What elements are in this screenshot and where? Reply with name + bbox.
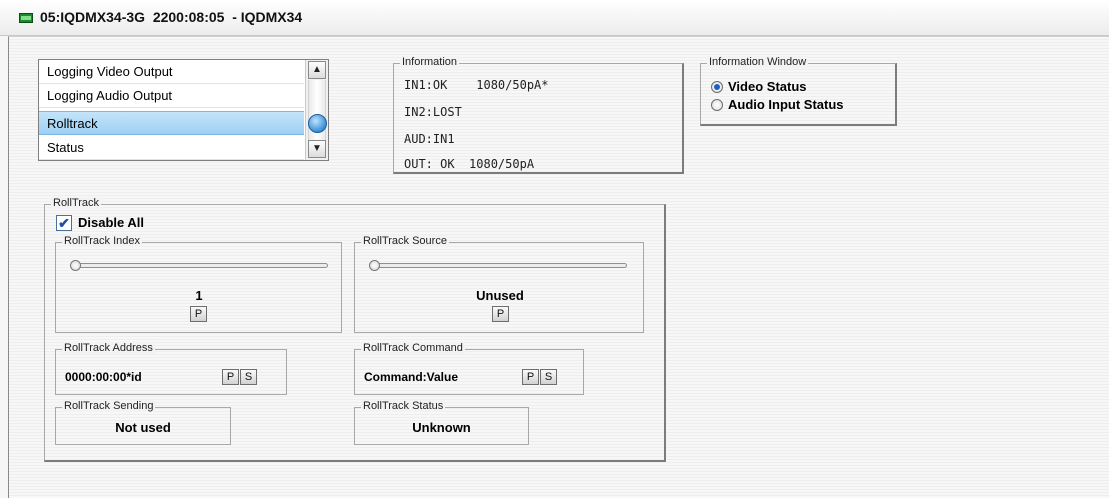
disable-all-label[interactable]: Disable All (78, 215, 144, 230)
list-scrollbar[interactable]: ▲ ▼ (305, 60, 328, 160)
rolltrack-source-legend: RollTrack Source (361, 235, 449, 247)
video-status-radio[interactable] (711, 81, 723, 93)
rolltrack-index-legend: RollTrack Index (62, 235, 143, 247)
command-p-button[interactable]: P (522, 369, 539, 385)
information-group: Information IN1:OK 1080/50pA* IN2:LOST A… (393, 56, 684, 174)
menu-listbox[interactable]: Logging Video Output Logging Audio Outpu… (38, 59, 329, 161)
rolltrack-sending-legend: RollTrack Sending (62, 400, 156, 412)
scroll-down-icon[interactable]: ▼ (308, 140, 326, 158)
address-value[interactable]: 0000:00:00*id (65, 370, 142, 384)
list-item-logging-audio-output[interactable]: Logging Audio Output (39, 84, 304, 108)
rolltrack-source-group: RollTrack Source Unused P (354, 235, 644, 333)
list-item-status[interactable]: Status (39, 136, 304, 160)
info-line-out: OUT: OK 1080/50pA (404, 157, 535, 171)
rolltrack-index-group: RollTrack Index 1 P (55, 235, 342, 333)
rolltrack-address-legend: RollTrack Address (62, 342, 155, 354)
list-item-logging-video-output[interactable]: Logging Video Output (39, 60, 304, 84)
scroll-thumb[interactable] (308, 114, 327, 133)
info-line-aud: AUD:IN1 (404, 132, 455, 146)
source-p-button[interactable]: P (492, 306, 509, 322)
audio-input-status-radio[interactable] (711, 99, 723, 111)
rolltrack-status-group: RollTrack Status Unknown (354, 400, 529, 445)
index-value: 1 (195, 288, 203, 303)
list-item-rolltrack[interactable]: Rolltrack (39, 111, 304, 135)
rolltrack-sending-group: RollTrack Sending Not used (55, 400, 231, 445)
sending-value: Not used (115, 420, 171, 435)
source-slider-track[interactable] (372, 263, 627, 268)
info-line-in2: IN2:LOST (404, 105, 462, 119)
video-status-label[interactable]: Video Status (728, 79, 807, 94)
information-window-legend: Information Window (707, 56, 809, 68)
scroll-up-icon[interactable]: ▲ (308, 61, 326, 79)
audio-input-status-label[interactable]: Audio Input Status (728, 97, 844, 112)
rolltrack-command-group: RollTrack Command Command:Value P S (354, 342, 584, 395)
index-p-button[interactable]: P (190, 306, 207, 322)
rolltrack-legend: RollTrack (51, 197, 102, 209)
address-s-button[interactable]: S (240, 369, 257, 385)
window-titlebar: 05:IQDMX34-3G 2200:08:05 - IQDMX34 (0, 0, 1109, 36)
rolltrack-status-legend: RollTrack Status (361, 400, 446, 412)
index-slider-track[interactable] (73, 263, 328, 268)
command-s-button[interactable]: S (540, 369, 557, 385)
command-value[interactable]: Command:Value (364, 370, 458, 384)
source-slider-knob[interactable] (369, 260, 380, 271)
information-legend: Information (400, 56, 460, 68)
rolltrack-command-legend: RollTrack Command (361, 342, 465, 354)
info-line-in1: IN1:OK 1080/50pA* (404, 78, 549, 92)
device-board-icon (19, 13, 33, 23)
information-window-group: Information Window Video Status Audio In… (700, 56, 897, 126)
window-title: 05:IQDMX34-3G 2200:08:05 - IQDMX34 (40, 9, 303, 25)
rolltrack-address-group: RollTrack Address 0000:00:00*id P S (55, 342, 287, 395)
index-slider-knob[interactable] (70, 260, 81, 271)
status-value: Unknown (412, 420, 471, 435)
address-p-button[interactable]: P (222, 369, 239, 385)
source-value: Unused (476, 288, 524, 303)
disable-all-checkbox[interactable]: ✔ (56, 215, 72, 231)
